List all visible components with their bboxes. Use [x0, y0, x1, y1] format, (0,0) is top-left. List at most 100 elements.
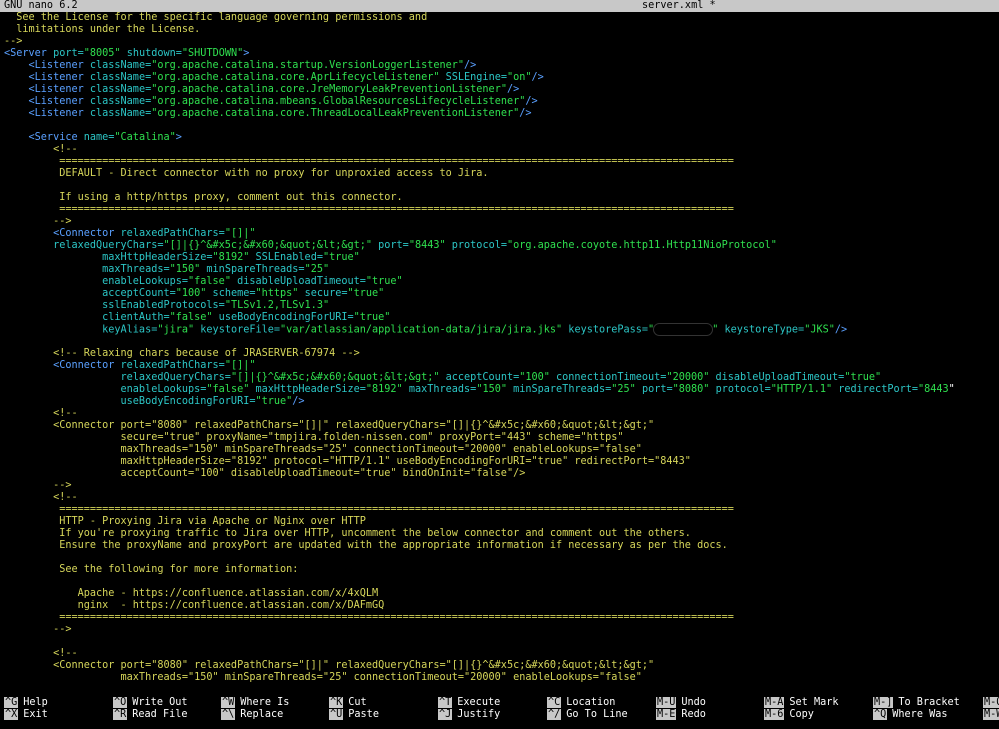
code-line[interactable]: <Connector port="8080" relaxedPathChars=… [4, 420, 999, 432]
code-line[interactable]: <!-- Relaxing chars because of JRASERVER… [4, 348, 999, 360]
code-line[interactable]: <!-- [4, 492, 999, 504]
code-line[interactable]: acceptCount="100" disableUploadTimeout="… [4, 468, 999, 480]
code-line[interactable]: --> [4, 216, 999, 228]
code-line[interactable]: ========================================… [4, 612, 999, 624]
code-line[interactable]: clientAuth="false" useBodyEncodingForURI… [4, 312, 999, 324]
code-token: scheme= [206, 288, 256, 299]
code-line[interactable] [4, 552, 999, 564]
code-token: maxThreads="150" minSpareThreads="25" co… [4, 444, 642, 455]
code-line[interactable]: See the License for the specific languag… [4, 12, 999, 24]
shortcut-redo[interactable]: M-E Redo [656, 709, 706, 721]
code-line[interactable]: If you're proxying traffic to Jira over … [4, 528, 999, 540]
code-line[interactable]: DEFAULT - Direct connector with no proxy… [4, 168, 999, 180]
code-line[interactable]: keyAlias="jira" keystoreFile="var/atlass… [4, 324, 999, 336]
code-line[interactable]: <Connector relaxedPathChars="[]|" [4, 360, 999, 372]
code-line[interactable]: acceptCount="100" scheme="https" secure=… [4, 288, 999, 300]
shortcut-go-to-line[interactable]: ^/ Go To Line [547, 709, 628, 721]
code-line[interactable]: <Connector port="8080" relaxedPathChars=… [4, 660, 999, 672]
code-token: "SHUTDOWN" [181, 48, 244, 59]
shortcut-where-is[interactable]: ^W Where Is [221, 697, 289, 709]
shortcut-label: Execute [457, 697, 501, 708]
code-line[interactable]: maxHttpHeaderSize="8192" SSLEnabled="tru… [4, 252, 999, 264]
code-token: If you're proxying traffic to Jira over … [4, 528, 691, 539]
code-line[interactable] [4, 636, 999, 648]
code-token: "true" [844, 372, 882, 383]
code-line[interactable]: maxHttpHeaderSize="8192" protocol="HTTP/… [4, 456, 999, 468]
shortcut-key: ^G [4, 697, 19, 708]
shortcut-write-out[interactable]: ^O Write Out [113, 697, 187, 709]
shortcut-cut[interactable]: ^K Cut [329, 697, 367, 709]
shortcut-key: ^W [221, 697, 236, 708]
shortcut-key: ^T [438, 697, 453, 708]
code-token: connectionTimeout= [549, 372, 667, 383]
code-line[interactable]: <Connector relaxedPathChars="[]|" [4, 228, 999, 240]
code-token: relaxedPathChars= [120, 228, 225, 239]
code-line[interactable]: Ensure the proxyName and proxyPort are u… [4, 540, 999, 552]
code-token: shutdown= [120, 48, 182, 59]
shortcut-where-was[interactable]: ^Q Where Was [873, 709, 947, 721]
editor-area[interactable]: See the License for the specific languag… [4, 12, 999, 692]
code-line[interactable]: <Listener className="org.apache.catalina… [4, 84, 999, 96]
code-line[interactable]: ========================================… [4, 504, 999, 516]
code-token: <Listener [4, 72, 90, 83]
shortcut-replace[interactable]: ^\ Replace [221, 709, 283, 721]
code-line[interactable]: <Service name="Catalina"> [4, 132, 999, 144]
code-line[interactable]: maxThreads="150" minSpareThreads="25" co… [4, 444, 999, 456]
shortcut-m-q[interactable]: M-Q [983, 697, 999, 709]
code-token: "org.apache.catalina.mbeans.GlobalResour… [151, 96, 526, 107]
code-line[interactable]: relaxedQueryChars="[]|{}^&#x5c;&#x60;&qu… [4, 372, 999, 384]
code-token: className= [89, 96, 152, 107]
shortcut-exit[interactable]: ^X Exit [4, 709, 48, 721]
code-line[interactable] [4, 120, 999, 132]
shortcut-to-bracket[interactable]: M-] To Bracket [873, 697, 960, 709]
code-line[interactable]: enableLookups="false" maxHttpHeaderSize=… [4, 384, 999, 396]
code-line[interactable]: <!-- [4, 144, 999, 156]
shortcut-justify[interactable]: ^J Justify [438, 709, 500, 721]
code-line[interactable]: enableLookups="false" disableUploadTimeo… [4, 276, 999, 288]
code-line[interactable]: --> [4, 624, 999, 636]
code-line[interactable] [4, 576, 999, 588]
shortcut-key: M-E [656, 709, 677, 720]
code-line[interactable]: If using a http/https proxy, comment out… [4, 192, 999, 204]
code-line[interactable]: --> [4, 480, 999, 492]
code-line[interactable]: <Server port="8005" shutdown="SHUTDOWN"> [4, 48, 999, 60]
shortcut-execute[interactable]: ^T Execute [438, 697, 500, 709]
code-line[interactable]: nginx - https://confluence.atlassian.com… [4, 600, 999, 612]
shortcut-location[interactable]: ^C Location [547, 697, 615, 709]
code-line[interactable]: relaxedQueryChars="[]|{}^&#x5c;&#x60;&qu… [4, 240, 999, 252]
code-line[interactable]: <Listener className="org.apache.catalina… [4, 60, 999, 72]
shortcut-set-mark[interactable]: M-A Set Mark [764, 697, 838, 709]
shortcut-copy[interactable]: M-6 Copy [764, 709, 814, 721]
code-line[interactable]: HTTP - Proxying Jira via Apache or Nginx… [4, 516, 999, 528]
code-line[interactable]: sslEnabledProtocols="TLSv1.2,TLSv1.3" [4, 300, 999, 312]
code-line[interactable]: <Listener className="org.apache.catalina… [4, 96, 999, 108]
shortcut-key: ^O [113, 697, 128, 708]
shortcut-label: Location [566, 697, 616, 708]
code-line[interactable]: See the following for more information: [4, 564, 999, 576]
code-line[interactable]: <Listener className="org.apache.catalina… [4, 72, 999, 84]
code-line[interactable]: maxThreads="150" minSpareThreads="25" [4, 264, 999, 276]
code-line[interactable]: Apache - https://confluence.atlassian.co… [4, 588, 999, 600]
shortcut-undo[interactable]: M-U Undo [656, 697, 706, 709]
code-line[interactable]: useBodyEncodingForURI="true"/> [4, 396, 999, 408]
code-line[interactable] [4, 336, 999, 348]
code-line[interactable]: <!-- [4, 408, 999, 420]
code-token: ========================================… [4, 204, 734, 215]
shortcut-m-w[interactable]: M-W [983, 709, 999, 721]
shortcut-paste[interactable]: ^U Paste [329, 709, 379, 721]
shortcut-help[interactable]: ^G Help [4, 697, 48, 709]
code-line[interactable]: <!-- [4, 648, 999, 660]
code-line[interactable]: <Listener className="org.apache.catalina… [4, 108, 999, 120]
code-line[interactable] [4, 180, 999, 192]
shortcut-label: Cut [348, 697, 367, 708]
code-line[interactable]: ========================================… [4, 204, 999, 216]
code-line[interactable]: secure="true" proxyName="tmpjira.folden-… [4, 432, 999, 444]
code-line[interactable]: ========================================… [4, 156, 999, 168]
shortcut-read-file[interactable]: ^R Read File [113, 709, 187, 721]
code-line[interactable]: --> [4, 36, 999, 48]
shortcut-key: M-W [983, 709, 999, 720]
code-line[interactable]: limitations under the License. [4, 24, 999, 36]
code-token: relaxedQueryChars= [4, 240, 164, 251]
code-line[interactable]: maxThreads="150" minSpareThreads="25" co… [4, 672, 999, 684]
code-token: "on" [506, 72, 532, 83]
